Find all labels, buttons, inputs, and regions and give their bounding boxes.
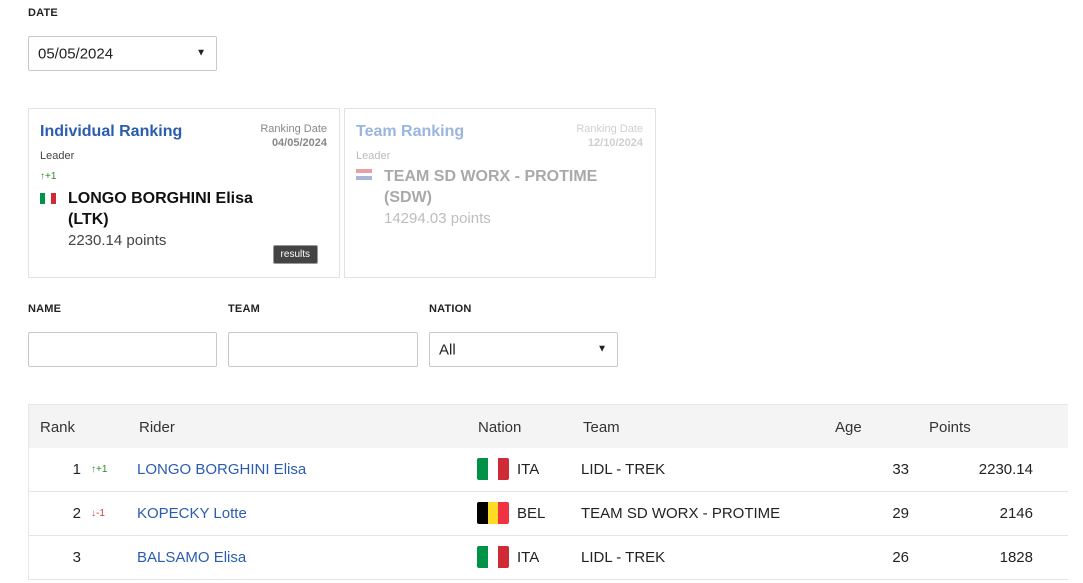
age-cell: 26 bbox=[892, 549, 909, 566]
team-filter-label: TEAM bbox=[228, 303, 260, 315]
leader-movement: ↑+1 bbox=[40, 171, 57, 182]
table-row: 3 BALSAMO Elisa ITA LIDL - TREK 26 1828 bbox=[29, 536, 1068, 580]
date-label: DATE bbox=[28, 7, 58, 19]
ranking-date-value: 12/10/2024 bbox=[587, 137, 643, 149]
chevron-down-icon: ▼ bbox=[597, 342, 607, 354]
header-points[interactable]: Points bbox=[929, 419, 971, 436]
individual-ranking-title[interactable]: Individual Ranking bbox=[40, 123, 182, 141]
results-button[interactable]: results bbox=[272, 245, 318, 264]
individual-ranking-card[interactable]: Individual Ranking Ranking Date 04/05/20… bbox=[28, 108, 340, 278]
italy-flag-icon bbox=[477, 546, 509, 568]
ranking-date-label: Ranking Date bbox=[260, 123, 327, 135]
table-header: Rank Rider Nation Team Age Points bbox=[29, 405, 1068, 448]
rider-link[interactable]: KOPECKY Lotte bbox=[137, 505, 247, 522]
belgium-flag-icon bbox=[477, 502, 509, 524]
header-rank[interactable]: Rank bbox=[40, 419, 75, 436]
leader-name: LONGO BORGHINI Elisa (LTK) bbox=[68, 190, 253, 228]
team-cell: TEAM SD WORX - PROTIME bbox=[581, 505, 781, 522]
rider-link[interactable]: BALSAMO Elisa bbox=[137, 549, 246, 566]
table-row: 1 ↑+1 LONGO BORGHINI Elisa ITA LIDL - TR… bbox=[29, 448, 1068, 492]
team-cell: LIDL - TREK bbox=[581, 461, 666, 478]
chevron-down-icon: ▼ bbox=[196, 46, 206, 58]
team-leader-name: TEAM SD WORX - PROTIME (SDW) bbox=[384, 168, 598, 206]
team-input[interactable] bbox=[228, 332, 418, 367]
nation-cell: ITA bbox=[517, 461, 540, 478]
leader-label: Leader bbox=[356, 150, 391, 162]
table-row: 2 ↓-1 KOPECKY Lotte BEL TEAM SD WORX - P… bbox=[29, 492, 1068, 536]
nation-select-value: All bbox=[439, 341, 456, 358]
ranking-table: Rank Rider Nation Team Age Points 1 ↑+1 … bbox=[28, 404, 1068, 580]
italy-flag-icon bbox=[477, 458, 509, 480]
leader-label: Leader bbox=[40, 150, 75, 162]
ranking-date-value: 04/05/2024 bbox=[271, 137, 327, 149]
name-input[interactable] bbox=[28, 332, 217, 367]
italy-flag-icon bbox=[40, 193, 56, 204]
header-age[interactable]: Age bbox=[835, 419, 862, 436]
date-select[interactable]: 05/05/2024 ▼ bbox=[28, 36, 217, 71]
nation-select[interactable]: All ▼ bbox=[429, 332, 618, 367]
points-cell: 1828 bbox=[999, 549, 1033, 566]
nation-cell: ITA bbox=[517, 549, 540, 566]
nation-cell: BEL bbox=[517, 505, 546, 522]
team-leader-points: 14294.03 points bbox=[384, 210, 491, 227]
age-cell: 33 bbox=[892, 461, 909, 478]
header-rider[interactable]: Rider bbox=[139, 419, 175, 436]
team-cell: LIDL - TREK bbox=[581, 549, 666, 566]
team-ranking-card[interactable]: Team Ranking Ranking Date 12/10/2024 Lea… bbox=[344, 108, 656, 278]
header-nation[interactable]: Nation bbox=[478, 419, 521, 436]
rider-link[interactable]: LONGO BORGHINI Elisa bbox=[137, 461, 306, 478]
rank-movement: ↓-1 bbox=[91, 508, 105, 519]
rank-cell: 2 bbox=[72, 505, 81, 522]
netherlands-flag-icon bbox=[356, 169, 372, 181]
ranking-date-label: Ranking Date bbox=[576, 123, 643, 135]
header-team[interactable]: Team bbox=[583, 419, 620, 436]
points-cell: 2230.14 bbox=[978, 461, 1033, 478]
name-filter-label: NAME bbox=[28, 303, 62, 315]
date-select-value: 05/05/2024 bbox=[38, 45, 114, 62]
points-cell: 2146 bbox=[999, 505, 1033, 522]
rank-cell: 1 bbox=[72, 461, 81, 478]
team-ranking-title[interactable]: Team Ranking bbox=[356, 123, 464, 141]
rank-cell: 3 bbox=[72, 549, 81, 566]
rank-movement: ↑+1 bbox=[91, 464, 108, 475]
leader-points: 2230.14 points bbox=[68, 232, 167, 249]
nation-filter-label: NATION bbox=[429, 303, 472, 315]
age-cell: 29 bbox=[892, 505, 909, 522]
